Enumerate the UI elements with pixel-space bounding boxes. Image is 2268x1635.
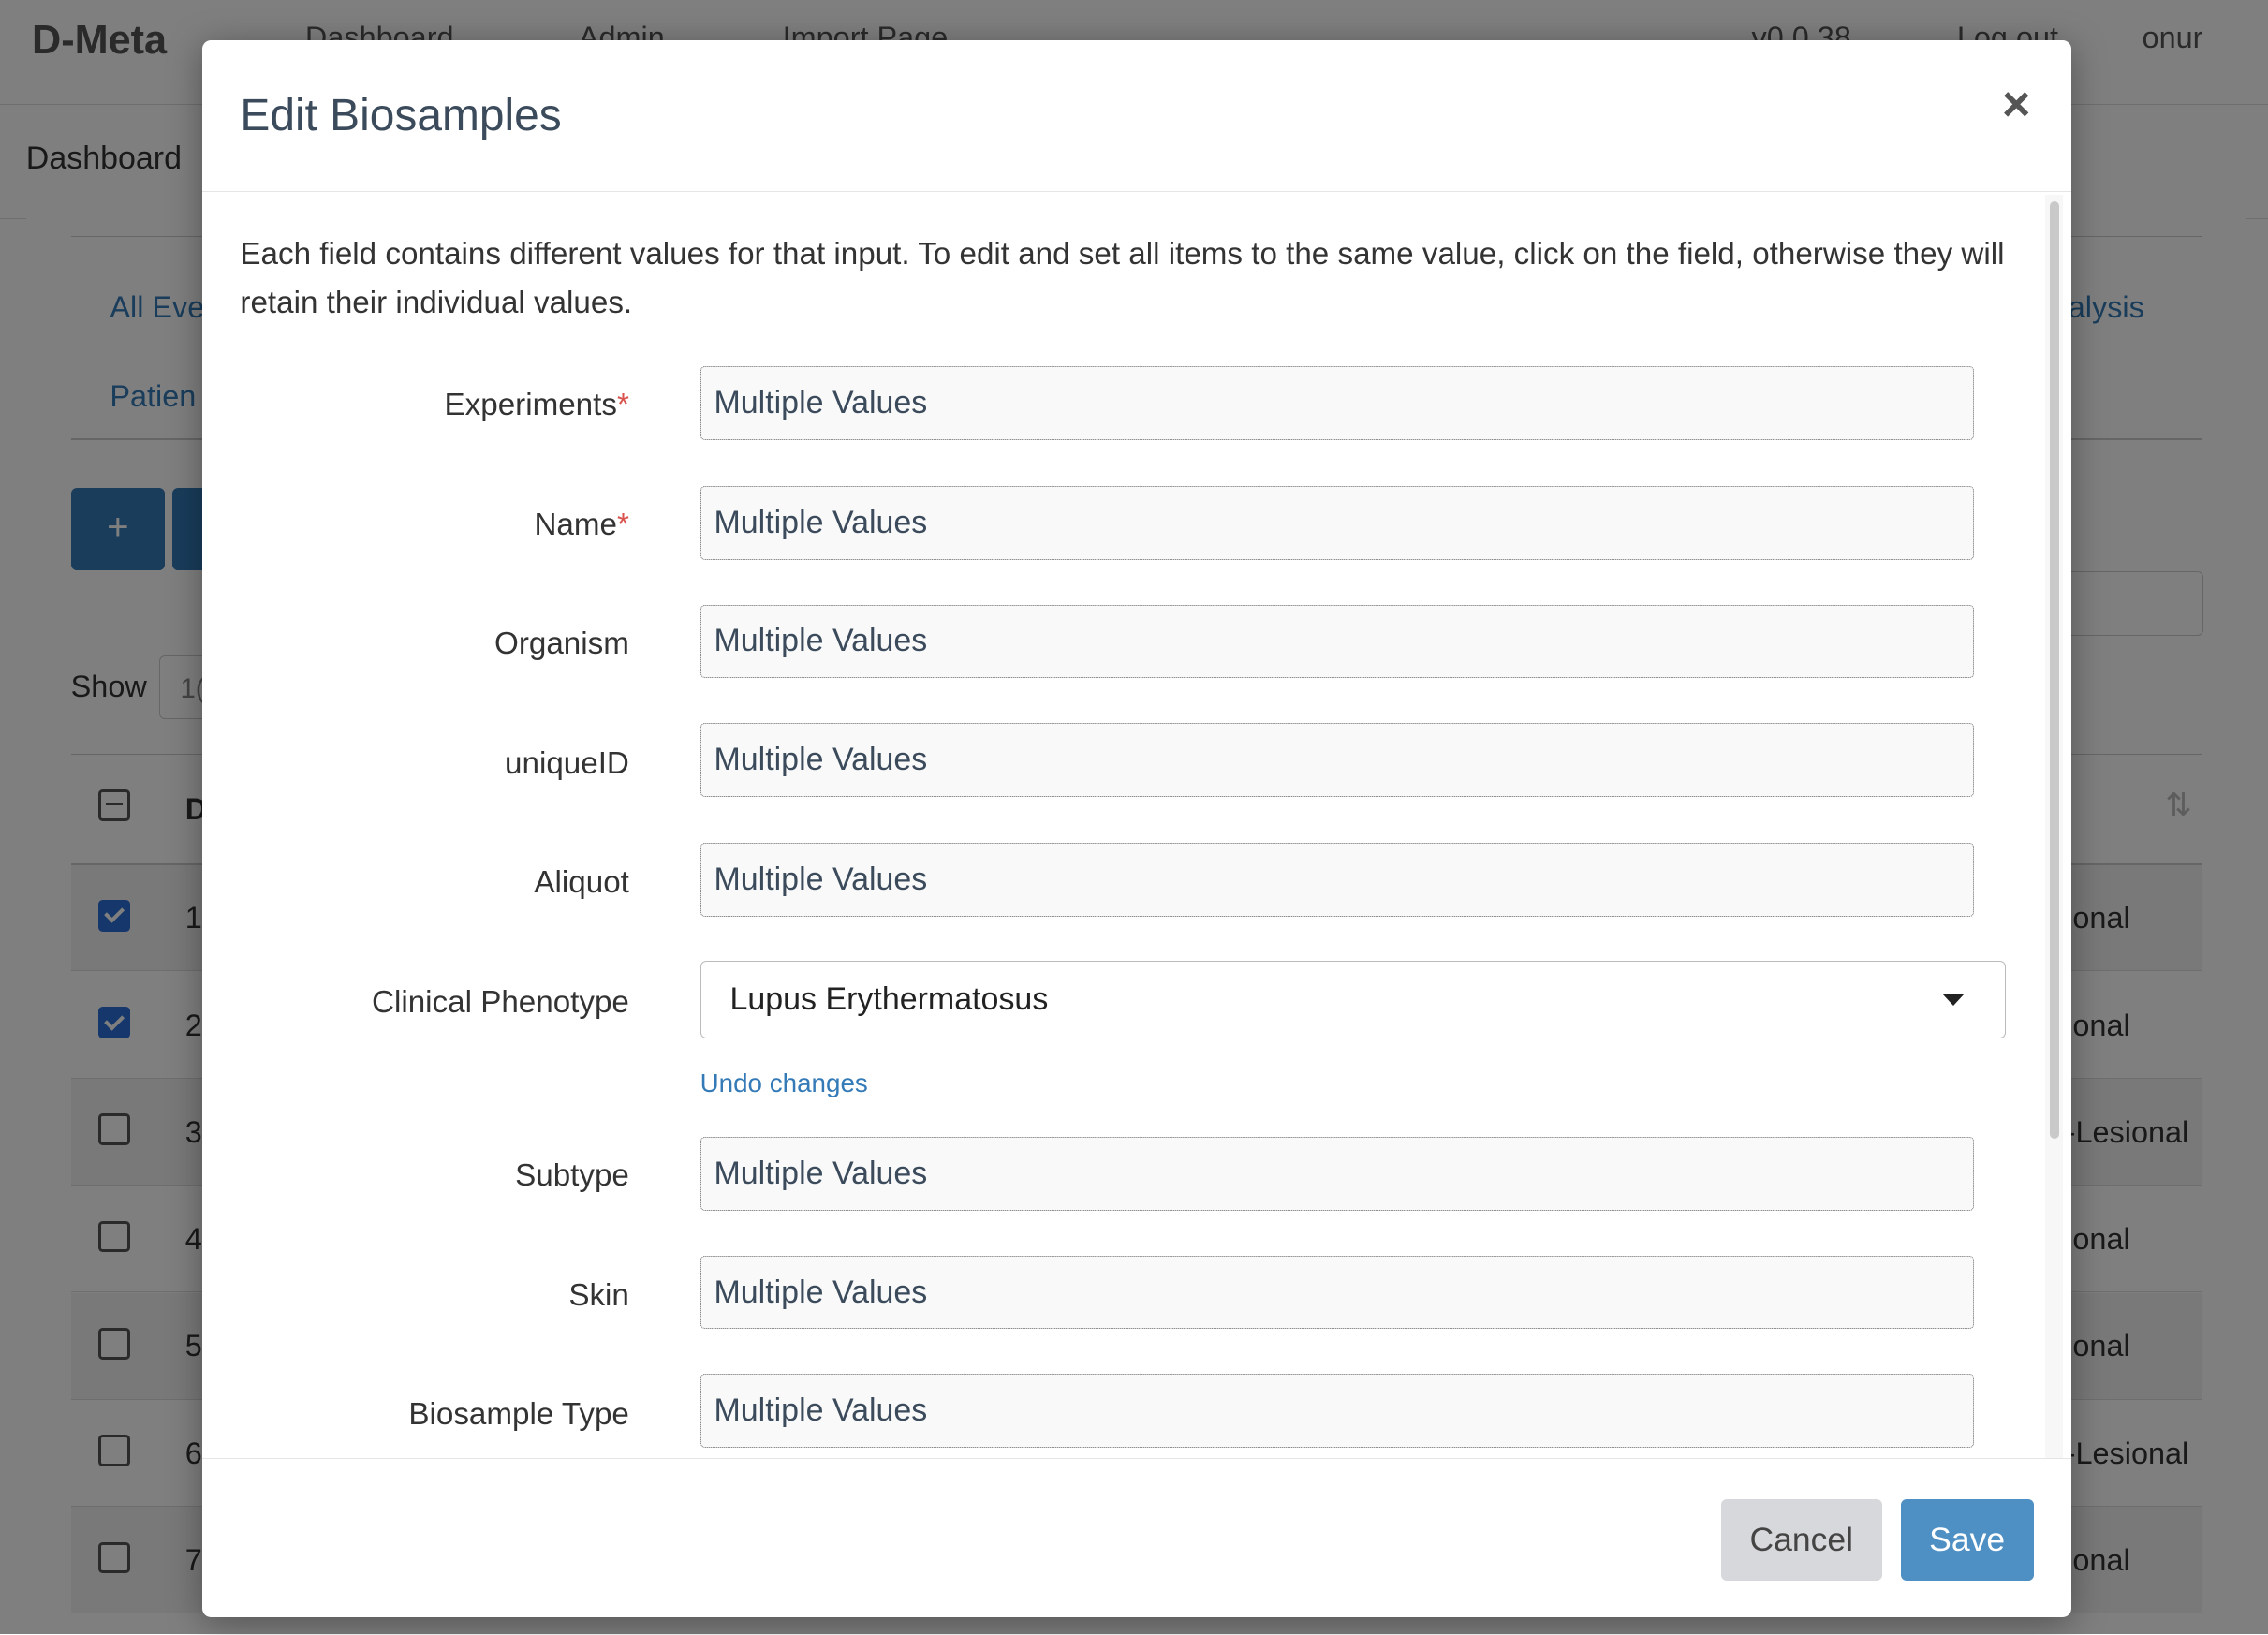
modal-body: Each field contains different values for… bbox=[202, 192, 2071, 1458]
name-label: Name* bbox=[534, 508, 629, 543]
edit-instructions: Each field contains different values for… bbox=[240, 236, 2005, 321]
skin-label: Skin bbox=[568, 1278, 629, 1314]
clinical-phenotype-select[interactable]: Lupus Erythermatosus bbox=[700, 960, 2007, 1038]
close-icon[interactable]: × bbox=[1992, 81, 2041, 130]
cancel-button[interactable]: Cancel bbox=[1721, 1499, 1882, 1581]
aliquot-field[interactable] bbox=[700, 843, 1975, 918]
biosample-type-field[interactable] bbox=[700, 1374, 1975, 1449]
organism-label: Organism bbox=[494, 626, 629, 661]
organism-field[interactable] bbox=[700, 604, 1975, 679]
save-button[interactable]: Save bbox=[1900, 1499, 2034, 1581]
caret-down-icon bbox=[1942, 993, 1966, 1007]
biosample-type-label: Biosample Type bbox=[408, 1397, 629, 1433]
modal-title: Edit Biosamples bbox=[240, 90, 562, 140]
required-marker: * bbox=[616, 508, 629, 543]
scrollbar-thumb[interactable] bbox=[2049, 200, 2060, 1139]
modal-footer: Cancel Save bbox=[202, 1457, 2071, 1617]
edit-biosamples-dialog: Edit Biosamples × Each field contains di… bbox=[202, 40, 2071, 1617]
required-marker: * bbox=[616, 387, 629, 422]
aliquot-label: Aliquot bbox=[534, 864, 629, 900]
experiments-label: Experiments* bbox=[444, 387, 629, 422]
experiments-field[interactable] bbox=[700, 365, 1975, 440]
skin-field[interactable] bbox=[700, 1255, 1975, 1330]
name-field[interactable] bbox=[700, 485, 1975, 560]
clinical-phenotype-value: Lupus Erythermatosus bbox=[729, 981, 1049, 1018]
clinical-phenotype-label: Clinical Phenotype bbox=[372, 984, 629, 1020]
subtype-field[interactable] bbox=[700, 1137, 1975, 1211]
unique-id-label: uniqueID bbox=[505, 745, 629, 781]
unique-id-field[interactable] bbox=[700, 723, 1975, 798]
undo-changes-link[interactable]: Undo changes bbox=[700, 1068, 868, 1098]
subtype-label: Subtype bbox=[515, 1158, 629, 1194]
modal-header: Edit Biosamples × bbox=[202, 40, 2071, 192]
